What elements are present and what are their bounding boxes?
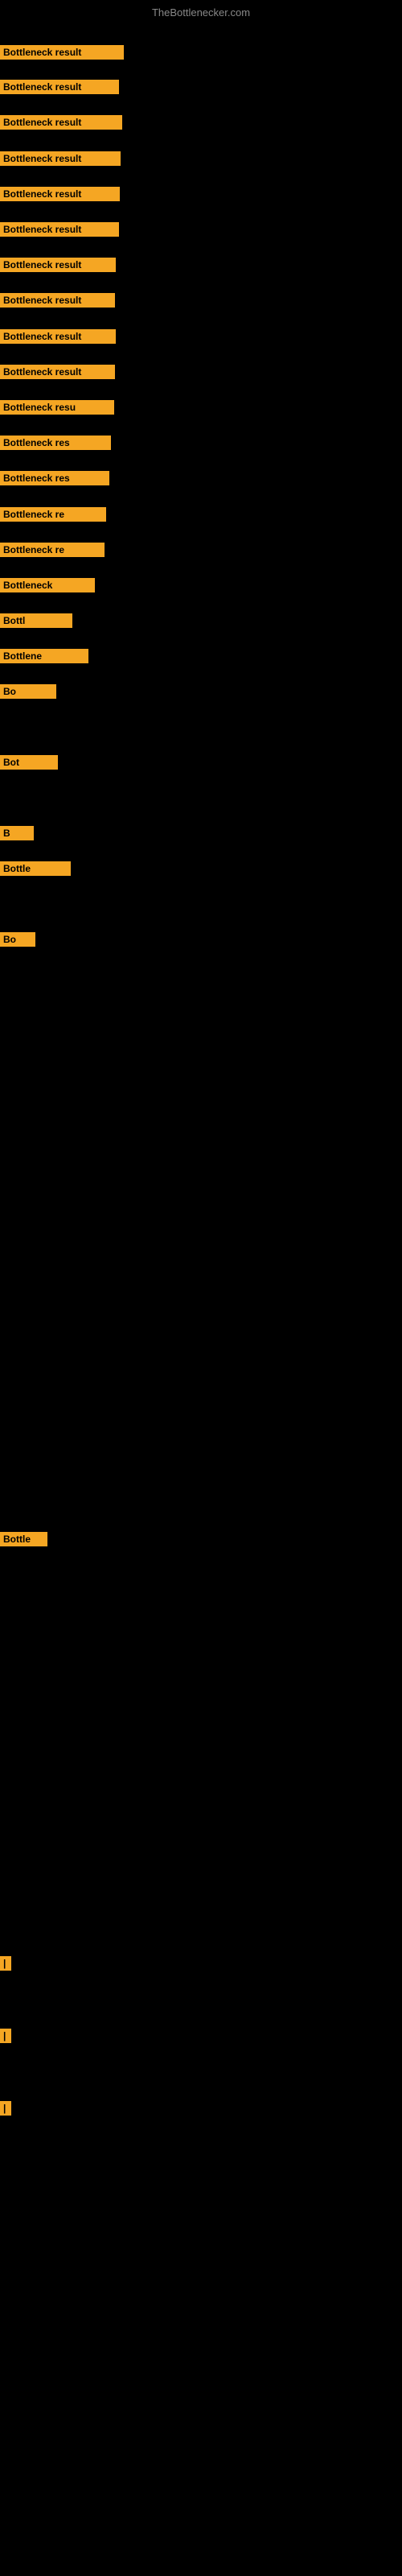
bottleneck-badge: Bottleneck result xyxy=(0,258,116,272)
bottleneck-badge: Bottleneck res xyxy=(0,436,111,450)
bottleneck-badge: Bottleneck re xyxy=(0,507,106,522)
bottleneck-badge: Bottleneck result xyxy=(0,187,120,201)
bottleneck-badge: Bottleneck resu xyxy=(0,400,114,415)
site-title: TheBottlenecker.com xyxy=(0,6,402,19)
bottleneck-badge: | xyxy=(0,2029,11,2043)
bottleneck-badge: Bottleneck re xyxy=(0,543,105,557)
bottleneck-badge: | xyxy=(0,2101,11,2116)
bottleneck-badge: Bottleneck result xyxy=(0,329,116,344)
bottleneck-badge: Bo xyxy=(0,932,35,947)
bottleneck-badge: Bo xyxy=(0,684,56,699)
bottleneck-badge: Bottleneck result xyxy=(0,222,119,237)
bottleneck-badge: B xyxy=(0,826,34,840)
bottleneck-badge: Bottleneck result xyxy=(0,151,121,166)
bottleneck-badge: Bottleneck result xyxy=(0,365,115,379)
bottleneck-badge: Bottleneck result xyxy=(0,115,122,130)
bottleneck-badge: Bottlene xyxy=(0,649,88,663)
bottleneck-badge: Bottleneck result xyxy=(0,80,119,94)
bottleneck-badge: Bottl xyxy=(0,613,72,628)
bottleneck-badge: Bottle xyxy=(0,1532,47,1546)
bottleneck-badge: | xyxy=(0,1956,11,1971)
bottleneck-badge: Bottleneck xyxy=(0,578,95,592)
bottleneck-badge: Bottleneck result xyxy=(0,293,115,308)
bottleneck-badge: Bottleneck res xyxy=(0,471,109,485)
bottleneck-badge: Bottleneck result xyxy=(0,45,124,60)
bottleneck-badge: Bot xyxy=(0,755,58,770)
bottleneck-badge: Bottle xyxy=(0,861,71,876)
